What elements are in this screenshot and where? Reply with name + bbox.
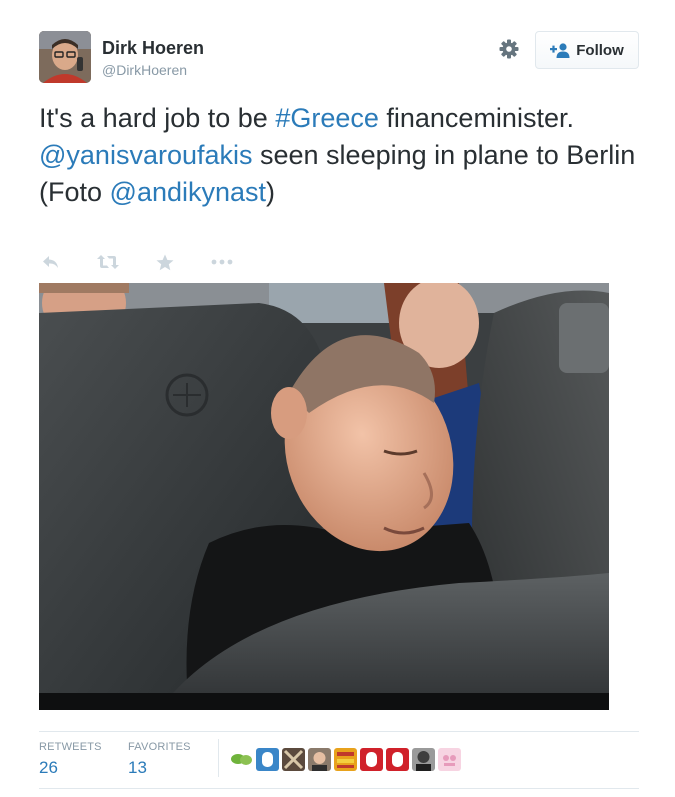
follow-label: Follow [576,41,624,59]
mention-andikynast-link[interactable]: @andikynast [110,177,267,207]
author-handle[interactable]: @DirkHoeren [102,62,187,78]
favoriter-avatar[interactable] [334,747,357,771]
tweet-text: It's a hard job to be #Greece financemin… [39,100,639,211]
favorites-count[interactable]: 13 [128,758,147,778]
follow-button[interactable]: Follow [535,31,639,69]
favoriter-avatar[interactable] [308,747,331,771]
retweets-label[interactable]: RETWEETS [39,741,102,753]
stats-separator [218,739,219,777]
mention-yanisvaroufakis-link[interactable]: @yanisvaroufakis [39,140,253,170]
tweet-text-segment: ) [266,177,276,207]
tweet-actions [39,251,267,273]
favoriter-avatar[interactable] [386,747,409,771]
favoriter-avatar[interactable] [438,747,461,771]
retweets-count[interactable]: 26 [39,758,58,778]
tweet-card: Dirk Hoeren @DirkHoeren Follow It's a ha… [0,0,675,797]
gear-icon[interactable] [498,38,520,60]
favoriter-avatar[interactable] [412,747,435,771]
author-name[interactable]: Dirk Hoeren [102,38,204,59]
add-user-icon [550,42,570,58]
favoriter-avatar[interactable] [282,747,305,771]
retweet-icon[interactable] [96,252,120,272]
more-icon[interactable] [210,252,234,272]
reply-icon[interactable] [39,252,63,272]
stats-top-divider [39,731,639,732]
author-avatar[interactable] [39,31,91,83]
favoriter-avatar[interactable] [360,747,383,771]
favoriter-avatar[interactable] [230,747,253,771]
favoriter-avatar[interactable] [256,747,279,771]
hashtag-greece-link[interactable]: #Greece [275,103,379,133]
tweet-text-segment: financeminister. [378,103,574,133]
stats-bottom-divider [39,788,639,789]
favorite-icon[interactable] [153,252,177,272]
favorites-label[interactable]: FAVORITES [128,741,191,753]
tweet-text-segment: It's a hard job to be [39,103,276,133]
tweet-photo[interactable] [39,283,609,710]
favoriters-avatars [230,746,461,772]
